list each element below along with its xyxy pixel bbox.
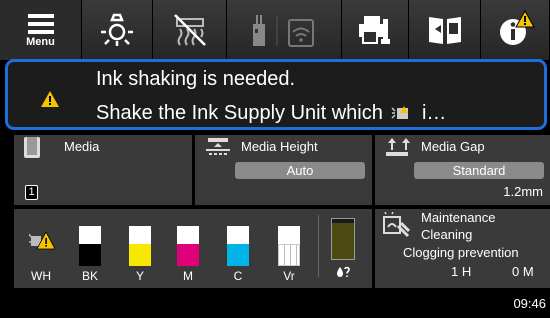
shake-ink-icon — [391, 106, 409, 119]
media-height-value: Auto — [235, 162, 365, 179]
media-title: Media — [64, 139, 100, 154]
maintenance-cleaning-label: Cleaning — [421, 227, 473, 242]
printer-settings-button[interactable] — [342, 0, 409, 60]
ink-level-c — [227, 244, 249, 266]
media-gap-title: Media Gap — [421, 139, 485, 154]
ink-label-vr: Vr — [283, 269, 295, 283]
warning-icon — [41, 91, 59, 107]
light-button[interactable] — [82, 0, 153, 60]
waste-ink-level — [332, 223, 354, 259]
ink-cartridge-bk — [79, 226, 101, 266]
menu-label: Menu — [26, 35, 55, 48]
clogging-prevention-minutes: 0 M — [512, 264, 534, 279]
maintenance-panel[interactable]: Maintenance Cleaning Clogging prevention… — [375, 209, 550, 288]
wifi-off-icon — [253, 15, 314, 47]
ink-label-wh: WH — [31, 269, 51, 283]
ink-cartridge-y — [129, 226, 151, 266]
info-alert-icon — [500, 10, 535, 45]
media-height-icon — [206, 138, 230, 155]
ink-cartridge-m — [177, 226, 199, 266]
media-gap-panel[interactable]: Media Gap Standard 1.2mm — [375, 135, 550, 205]
top-toolbar: Menu — [0, 0, 550, 60]
media-gap-icon — [386, 138, 410, 156]
ink-label-m: M — [183, 269, 193, 283]
ink-level-y — [129, 244, 151, 266]
clogging-prevention-hours: 1 H — [451, 264, 472, 279]
menu-button[interactable]: Menu — [0, 0, 82, 60]
heater-off-icon — [173, 14, 206, 46]
media-gap-value: Standard — [414, 162, 544, 179]
heater-button[interactable] — [153, 0, 227, 60]
ink-level-m — [177, 244, 199, 266]
ink-warning-icon — [29, 231, 55, 250]
alert-message-line2: Shake the Ink Supply Unit which i… — [96, 102, 446, 125]
ink-status-panel[interactable]: WH BK Y M C Vr — [14, 209, 372, 288]
media-height-panel[interactable]: Media Height Auto — [195, 135, 372, 205]
ink-divider — [318, 215, 319, 277]
waste-ink-icon — [337, 266, 350, 277]
info-button[interactable] — [481, 0, 550, 60]
menu-icon — [27, 13, 54, 34]
ink-level-vr — [278, 244, 300, 266]
manual-book-icon — [428, 17, 461, 44]
ink-label-y: Y — [135, 269, 144, 283]
media-height-title: Media Height — [241, 139, 318, 154]
media-panel[interactable]: Media 1 — [14, 135, 192, 205]
maintenance-cleaning-icon — [383, 212, 410, 238]
light-icon — [101, 13, 133, 46]
ink-level-bk — [79, 244, 101, 266]
ink-cartridge-c — [227, 226, 249, 266]
ink-shaking-alert[interactable]: Ink shaking is needed. Shake the Ink Sup… — [5, 59, 547, 130]
media-gap-measure: 1.2mm — [503, 184, 543, 199]
network-button[interactable] — [227, 0, 342, 60]
alert-line2-text: Shake the Ink Supply Unit which — [96, 102, 383, 124]
maintenance-title: Maintenance — [421, 210, 496, 225]
waste-ink-bottle — [331, 218, 355, 260]
ink-label-bk: BK — [81, 269, 98, 283]
ink-label-c: C — [233, 269, 243, 283]
manual-button[interactable] — [409, 0, 481, 60]
media-icon — [24, 137, 40, 158]
alert-message-line1: Ink shaking is needed. — [96, 68, 296, 90]
printer-settings-icon — [359, 16, 390, 44]
media-number-badge: 1 — [25, 185, 38, 200]
ink-cartridge-vr — [278, 226, 300, 266]
clogging-prevention-label: Clogging prevention — [403, 245, 519, 260]
clock: 09:46 — [513, 296, 546, 311]
alert-line2-suffix: i… — [421, 102, 447, 124]
